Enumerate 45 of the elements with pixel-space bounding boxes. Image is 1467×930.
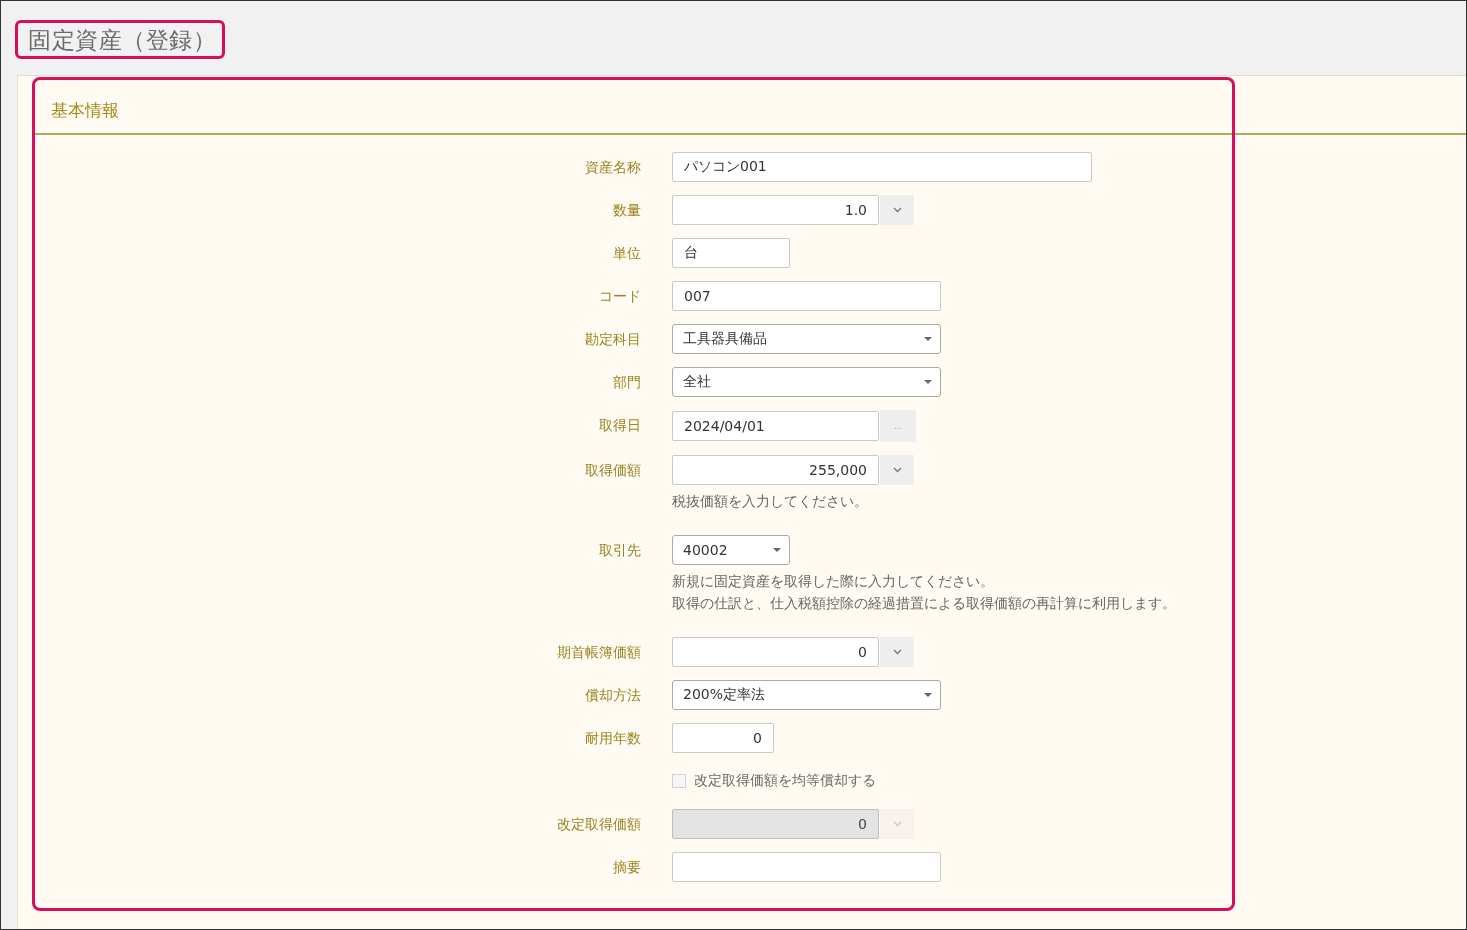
dropdown-button[interactable]	[880, 455, 914, 485]
field-label: 資産名称	[585, 159, 641, 175]
field-label: 期首帳簿価額	[557, 644, 641, 660]
caret-icon	[924, 693, 932, 697]
field-label: コード	[599, 288, 641, 304]
select-field[interactable]: 工具器具備品	[672, 324, 941, 354]
chevron-icon	[892, 207, 902, 213]
caret-icon	[924, 337, 932, 341]
caret-icon	[924, 380, 932, 384]
caret-icon	[773, 548, 781, 552]
checkbox-label: 改定取得価額を均等償却する	[694, 772, 876, 790]
field-label: 数量	[613, 202, 641, 218]
help-text: 税抜価額を入力してください。	[672, 492, 869, 511]
page-title: 固定資産（登録）	[28, 26, 216, 55]
field-label: 単位	[613, 245, 641, 261]
text-field[interactable]: 台	[672, 238, 790, 268]
number-field[interactable]: 0	[672, 723, 774, 753]
field-label: 取得日	[599, 417, 641, 433]
field-label: 改定取得価額	[557, 816, 641, 832]
number-field[interactable]: 255,000	[672, 455, 879, 485]
text-field[interactable]: 007	[672, 281, 941, 311]
number-field[interactable]: 1.0	[672, 195, 879, 225]
dropdown-button[interactable]	[880, 195, 914, 225]
chevron-icon	[892, 649, 902, 655]
select-field[interactable]: 200%定率法	[672, 680, 941, 710]
field-label: 部門	[613, 374, 641, 390]
number-field[interactable]: 0	[672, 637, 879, 667]
field-label: 取得価額	[585, 462, 641, 478]
help-text: 新規に固定資産を取得した際に入力してください。	[672, 572, 995, 591]
text-field[interactable]	[672, 852, 941, 882]
select-field[interactable]: 40002	[672, 535, 790, 565]
field-label: 耐用年数	[585, 730, 641, 746]
field-label: 取引先	[599, 542, 641, 558]
dropdown-button[interactable]	[880, 809, 914, 839]
section-title: 基本情報	[50, 99, 120, 122]
date-field[interactable]: 2024/04/01	[672, 411, 879, 441]
field-label: 勘定科目	[585, 331, 641, 347]
select-field[interactable]: 全社	[672, 367, 941, 397]
chevron-icon	[892, 467, 902, 473]
dropdown-button[interactable]	[880, 637, 914, 667]
help-text: 取得の仕訳と、仕入税額控除の経過措置による取得価額の再計算に利用します。	[672, 594, 1176, 613]
text-field[interactable]: パソコン001	[672, 152, 1092, 182]
chevron-icon	[892, 821, 902, 827]
field-label: 償却方法	[585, 687, 641, 703]
field-label: 摘要	[613, 859, 641, 875]
